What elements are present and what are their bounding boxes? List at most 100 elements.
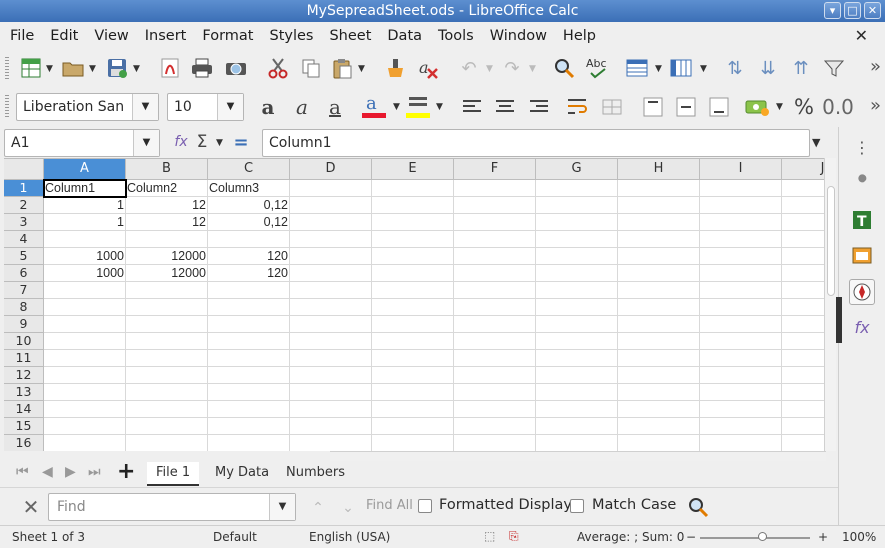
cell-b14[interactable]: [126, 401, 208, 418]
horizontal-scrollbar[interactable]: [330, 451, 826, 461]
chevron-down-icon[interactable]: ▼: [46, 64, 53, 74]
cell-e8[interactable]: [372, 299, 454, 316]
row-header-14[interactable]: 14: [4, 401, 44, 418]
cell-d11[interactable]: [290, 350, 372, 367]
cell-e12[interactable]: [372, 367, 454, 384]
tab-my-data[interactable]: My Data: [206, 462, 278, 486]
cell-g7[interactable]: [536, 282, 618, 299]
align-center-icon[interactable]: [493, 95, 517, 119]
paste-icon[interactable]: [329, 56, 355, 80]
find-all-button[interactable]: Find All: [366, 498, 413, 513]
cell-c3[interactable]: 0,12: [208, 214, 290, 231]
vertical-scrollbar-thumb[interactable]: [827, 186, 835, 296]
styles-icon[interactable]: T: [849, 207, 875, 233]
cell-b11[interactable]: [126, 350, 208, 367]
zoom-out-button[interactable]: −: [686, 530, 696, 544]
column-header-e[interactable]: E: [372, 159, 454, 180]
cell-h7[interactable]: [618, 282, 700, 299]
menu-window[interactable]: Window: [480, 28, 553, 44]
cell-a10[interactable]: [44, 333, 126, 350]
cell-d6[interactable]: [290, 265, 372, 282]
highlight-icon[interactable]: [405, 92, 431, 120]
cell-d5[interactable]: [290, 248, 372, 265]
function-wizard-icon[interactable]: fx: [170, 131, 192, 153]
zoom-in-button[interactable]: +: [818, 530, 828, 544]
decimal-icon[interactable]: 0.0: [822, 95, 854, 119]
cell-f7[interactable]: [454, 282, 536, 299]
zoom-slider[interactable]: [700, 537, 810, 539]
row-header-15[interactable]: 15: [4, 418, 44, 435]
cell-f15[interactable]: [454, 418, 536, 435]
cut-icon[interactable]: [265, 56, 291, 80]
cell-i3[interactable]: [700, 214, 782, 231]
cell-a12[interactable]: [44, 367, 126, 384]
cell-f5[interactable]: [454, 248, 536, 265]
last-sheet-icon[interactable]: ⏭: [88, 464, 101, 480]
merge-cells-icon[interactable]: [600, 95, 624, 119]
cell-c6[interactable]: 120: [208, 265, 290, 282]
open-icon[interactable]: [60, 56, 86, 80]
cell-f14[interactable]: [454, 401, 536, 418]
cell-b9[interactable]: [126, 316, 208, 333]
chevron-down-icon[interactable]: ▼: [133, 64, 140, 74]
cell-c2[interactable]: 0,12: [208, 197, 290, 214]
spelling-icon[interactable]: Abc: [585, 56, 611, 80]
name-box[interactable]: A1 ▼: [4, 129, 160, 157]
font-size-box[interactable]: 10 ▼: [167, 93, 244, 121]
row-header-5[interactable]: 5: [4, 248, 44, 265]
cell-d12[interactable]: [290, 367, 372, 384]
properties-icon[interactable]: [849, 171, 875, 197]
column-header-f[interactable]: F: [454, 159, 536, 180]
cell-a16[interactable]: [44, 435, 126, 451]
cell-f12[interactable]: [454, 367, 536, 384]
menu-file[interactable]: File: [0, 28, 40, 44]
cell-a8[interactable]: [44, 299, 126, 316]
cell-e4[interactable]: [372, 231, 454, 248]
column-header-c[interactable]: C: [208, 159, 290, 180]
cell-g4[interactable]: [536, 231, 618, 248]
formula-input[interactable]: Column1: [262, 129, 810, 157]
cell-h2[interactable]: [618, 197, 700, 214]
cell-f10[interactable]: [454, 333, 536, 350]
cell-h5[interactable]: [618, 248, 700, 265]
cell-i5[interactable]: [700, 248, 782, 265]
cell-e11[interactable]: [372, 350, 454, 367]
chevron-down-icon[interactable]: ▼: [655, 64, 662, 74]
select-all-corner[interactable]: [4, 159, 44, 180]
cell-g6[interactable]: [536, 265, 618, 282]
row-header-7[interactable]: 7: [4, 282, 44, 299]
cell-h14[interactable]: [618, 401, 700, 418]
menu-format[interactable]: Format: [192, 28, 259, 44]
menu-edit[interactable]: Edit: [40, 28, 84, 44]
cell-b15[interactable]: [126, 418, 208, 435]
cell-e1[interactable]: [372, 180, 454, 197]
cell-e13[interactable]: [372, 384, 454, 401]
cell-g10[interactable]: [536, 333, 618, 350]
cell-g12[interactable]: [536, 367, 618, 384]
cell-b12[interactable]: [126, 367, 208, 384]
cell-g14[interactable]: [536, 401, 618, 418]
cell-d9[interactable]: [290, 316, 372, 333]
cell-a3[interactable]: 1: [44, 214, 126, 231]
cell-g9[interactable]: [536, 316, 618, 333]
menu-help[interactable]: Help: [553, 28, 602, 44]
menu-view[interactable]: View: [84, 28, 134, 44]
cell-h3[interactable]: [618, 214, 700, 231]
cell-g16[interactable]: [536, 435, 618, 451]
cell-g5[interactable]: [536, 248, 618, 265]
chevron-down-icon[interactable]: ▼: [89, 64, 96, 74]
cell-i10[interactable]: [700, 333, 782, 350]
page-style[interactable]: Default: [213, 530, 257, 544]
chevron-down-icon[interactable]: ▼: [436, 102, 443, 112]
cell-f3[interactable]: [454, 214, 536, 231]
cell-i11[interactable]: [700, 350, 782, 367]
row-header-2[interactable]: 2: [4, 197, 44, 214]
cell-i9[interactable]: [700, 316, 782, 333]
cell-a9[interactable]: [44, 316, 126, 333]
find-previous-icon[interactable]: ⌃: [308, 498, 328, 518]
cell-c14[interactable]: [208, 401, 290, 418]
cell-h6[interactable]: [618, 265, 700, 282]
column-header-b[interactable]: B: [126, 159, 208, 180]
cell-i13[interactable]: [700, 384, 782, 401]
toolbar-grip[interactable]: [5, 95, 9, 117]
